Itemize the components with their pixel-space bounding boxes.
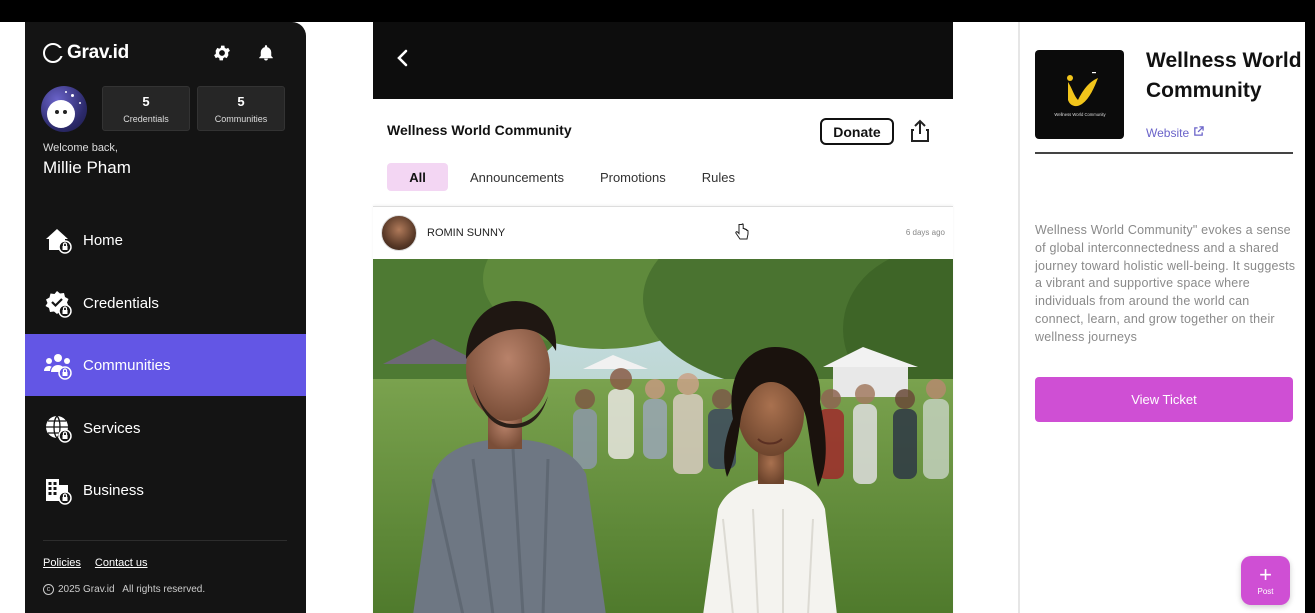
- share-icon[interactable]: [910, 119, 930, 143]
- bell-icon[interactable]: [255, 42, 277, 64]
- avatar[interactable]: [41, 86, 87, 132]
- website-link[interactable]: Website: [1146, 126, 1204, 140]
- sidebar-item-communities[interactable]: Communities: [25, 334, 306, 396]
- tab-rules[interactable]: Rules: [702, 163, 735, 191]
- sidebar-divider: [43, 540, 287, 541]
- footer-links: Policies Contact us: [43, 557, 148, 569]
- sidebar-item-services[interactable]: Services: [25, 397, 306, 459]
- sidebar-item-label: Services: [83, 419, 141, 437]
- communities-count: 5: [237, 94, 245, 109]
- gear-icon[interactable]: [211, 42, 233, 64]
- sidebar: Grav.id 5 Credentials 5 Communities Welc…: [25, 22, 306, 613]
- welcome-text: Welcome back,: [43, 142, 118, 154]
- app-screen: Grav.id 5 Credentials 5 Communities Welc…: [0, 0, 1315, 613]
- credentials-stat-label: Credentials: [123, 114, 169, 124]
- home-icon: [43, 225, 73, 255]
- sidebar-item-label: Communities: [83, 356, 171, 374]
- business-icon: [43, 475, 73, 505]
- copyright: c 2025 Grav.id All rights reserved.: [43, 584, 205, 595]
- community-name: Wellness World Community: [1146, 49, 1302, 102]
- sidebar-item-business[interactable]: Business: [25, 459, 306, 521]
- sidebar-item-home[interactable]: Home: [25, 209, 306, 271]
- community-description: Wellness World Community" evokes a sense…: [1035, 223, 1296, 344]
- back-arrow-icon[interactable]: [393, 48, 413, 68]
- communities-stat-label: Communities: [214, 114, 268, 124]
- contact-link[interactable]: Contact us: [95, 557, 148, 569]
- community-title: Wellness World Community: [387, 122, 572, 138]
- view-ticket-button[interactable]: View Ticket: [1035, 377, 1293, 422]
- copyright-icon: c: [43, 584, 54, 595]
- post-card[interactable]: ROMIN SUNNY 6 days ago: [373, 206, 953, 613]
- logo-icon: [43, 43, 64, 63]
- tab-all[interactable]: All: [387, 163, 448, 191]
- sidebar-item-label: Home: [83, 231, 124, 249]
- community-feed: Wellness World Community Donate All Anno…: [373, 22, 953, 613]
- sidebar-item-label: Business: [83, 481, 144, 499]
- feed-header-bar: [373, 22, 953, 99]
- copyright-text: 2025 Grav.id All rights reserved.: [58, 584, 206, 595]
- brand-logo[interactable]: Grav.id: [43, 42, 129, 64]
- post-timestamp: 6 days ago: [905, 228, 945, 237]
- tab-announcements[interactable]: Announcements: [470, 163, 564, 191]
- communities-icon: [43, 350, 73, 380]
- credentials-count: 5: [142, 94, 150, 109]
- community-logo: Wellness World Community: [1035, 50, 1124, 139]
- post-author[interactable]: ROMIN SUNNY: [427, 227, 505, 239]
- new-post-button[interactable]: + Post: [1241, 556, 1290, 605]
- svg-text:Wellness World Community: Wellness World Community: [1054, 112, 1106, 117]
- tab-promotions[interactable]: Promotions: [600, 163, 666, 191]
- hand-cursor-icon: [735, 223, 749, 241]
- credentials-stat[interactable]: 5 Credentials: [102, 86, 190, 131]
- policies-link[interactable]: Policies: [43, 557, 81, 569]
- credentials-icon: [43, 288, 73, 318]
- sidebar-item-label: Credentials: [83, 294, 159, 312]
- details-divider: [1035, 152, 1293, 154]
- user-name: Millie Pham: [43, 158, 131, 177]
- website-link-label: Website: [1146, 126, 1190, 140]
- new-post-label: Post: [1257, 587, 1274, 596]
- brand-name: Grav.id: [67, 42, 129, 63]
- community-details-panel: Wellness World Community Wellness World …: [1018, 22, 1305, 613]
- services-icon: [43, 413, 73, 443]
- communities-stat[interactable]: 5 Communities: [197, 86, 285, 131]
- community-tabs: All Announcements Promotions Rules: [387, 163, 735, 191]
- sidebar-item-credentials[interactable]: Credentials: [25, 272, 306, 334]
- plus-icon: +: [1259, 562, 1272, 587]
- post-image[interactable]: [373, 259, 953, 613]
- author-avatar[interactable]: [381, 215, 417, 251]
- external-link-icon: [1193, 126, 1204, 140]
- donate-button[interactable]: Donate: [820, 118, 894, 145]
